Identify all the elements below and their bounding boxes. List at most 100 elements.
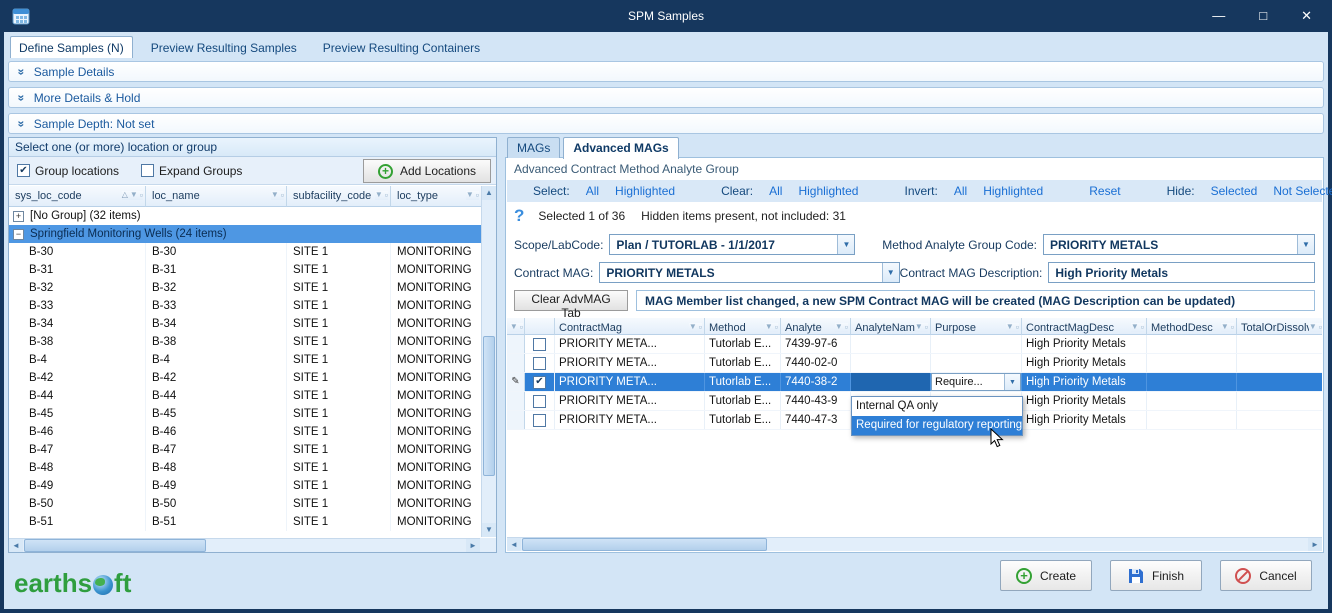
- cell-sys-loc-code[interactable]: B-49: [9, 477, 146, 495]
- select-highlighted-link[interactable]: Highlighted: [615, 184, 675, 198]
- add-locations-button[interactable]: + Add Locations: [363, 159, 491, 183]
- cell-sys-loc-code[interactable]: B-33: [9, 297, 146, 315]
- cell-loc-type[interactable]: MONITORING: [391, 315, 482, 333]
- cell-methoddesc[interactable]: [1147, 335, 1237, 353]
- cell-sys-loc-code[interactable]: B-50: [9, 495, 146, 513]
- cell-analyte[interactable]: 7440-38-2: [781, 373, 851, 391]
- location-row[interactable]: B-31B-31SITE 1MONITORING: [9, 261, 482, 279]
- cell-sys-loc-code[interactable]: B-34: [9, 315, 146, 333]
- mag-grid-row[interactable]: ✎✔PRIORITY META...Tutorlab E...7440-38-2…: [507, 373, 1322, 392]
- cell-subfacility-code[interactable]: SITE 1: [287, 495, 391, 513]
- cell-loc-name[interactable]: B-46: [146, 423, 287, 441]
- cell-subfacility-code[interactable]: SITE 1: [287, 513, 391, 531]
- filter-icon[interactable]: ▼: [1006, 323, 1014, 332]
- cell-totalordissolved[interactable]: [1237, 373, 1322, 391]
- pin-icon[interactable]: ▫: [699, 323, 702, 332]
- cell-subfacility-code[interactable]: SITE 1: [287, 333, 391, 351]
- column-header-contractmag[interactable]: ContractMag▼▫: [555, 318, 705, 335]
- section-sample-depth[interactable]: » Sample Depth: Not set: [8, 113, 1324, 134]
- help-icon[interactable]: ?: [514, 206, 524, 226]
- location-row[interactable]: B-51B-51SITE 1MONITORING: [9, 513, 482, 531]
- cancel-button[interactable]: Cancel: [1220, 560, 1312, 591]
- cell-contractmag[interactable]: PRIORITY META...: [555, 373, 705, 391]
- column-header-analytename[interactable]: AnalyteName▼▫: [851, 318, 931, 335]
- cell-contractmagdesc[interactable]: High Priority Metals: [1022, 392, 1147, 410]
- cell-sys-loc-code[interactable]: B-4: [9, 351, 146, 369]
- pin-icon[interactable]: ▫: [281, 191, 284, 200]
- cell-purpose[interactable]: [931, 335, 1022, 353]
- mag-grid-row[interactable]: PRIORITY META...Tutorlab E...7440-02-0Hi…: [507, 354, 1322, 373]
- pin-icon[interactable]: ▫: [1319, 323, 1322, 332]
- cell-methoddesc[interactable]: [1147, 354, 1237, 372]
- cell-loc-type[interactable]: MONITORING: [391, 387, 482, 405]
- location-row[interactable]: B-42B-42SITE 1MONITORING: [9, 369, 482, 387]
- cell-purpose[interactable]: [931, 354, 1022, 372]
- column-header-totalordissolved[interactable]: TotalOrDissolved▼▫: [1237, 318, 1322, 335]
- invert-highlighted-link[interactable]: Highlighted: [983, 184, 1043, 198]
- row-select-checkbox[interactable]: ✔: [533, 376, 546, 389]
- scrollbar-thumb[interactable]: [483, 336, 495, 476]
- cell-method[interactable]: Tutorlab E...: [705, 392, 781, 410]
- location-row[interactable]: B-47B-47SITE 1MONITORING: [9, 441, 482, 459]
- cell-loc-type[interactable]: MONITORING: [391, 369, 482, 387]
- cell-analytename[interactable]: [851, 354, 931, 372]
- cell-loc-type[interactable]: MONITORING: [391, 459, 482, 477]
- filter-icon[interactable]: ▼: [835, 323, 843, 332]
- scroll-left-icon[interactable]: ◄: [507, 538, 521, 551]
- cell-subfacility-code[interactable]: SITE 1: [287, 279, 391, 297]
- location-row[interactable]: B-38B-38SITE 1MONITORING: [9, 333, 482, 351]
- cell-subfacility-code[interactable]: SITE 1: [287, 423, 391, 441]
- column-header-method[interactable]: Method▼▫: [705, 318, 781, 335]
- row-select-checkbox[interactable]: [533, 357, 546, 370]
- cell-subfacility-code[interactable]: SITE 1: [287, 369, 391, 387]
- locations-horizontal-scrollbar[interactable]: ◄ ►: [9, 538, 480, 552]
- filter-icon[interactable]: ▼: [466, 191, 474, 200]
- tab-mags[interactable]: MAGs: [507, 137, 560, 158]
- cell-contractmagdesc[interactable]: High Priority Metals: [1022, 411, 1147, 429]
- row-select-checkbox[interactable]: [533, 395, 546, 408]
- column-header-contractmagdesc[interactable]: ContractMagDesc▼▫: [1022, 318, 1147, 335]
- cell-methoddesc[interactable]: [1147, 373, 1237, 391]
- purpose-dropdown-option[interactable]: Internal QA only: [852, 397, 1022, 416]
- scroll-right-icon[interactable]: ►: [466, 539, 480, 552]
- collapse-icon[interactable]: −: [13, 229, 24, 240]
- filter-icon[interactable]: ▼: [375, 191, 383, 200]
- pin-icon[interactable]: ▫: [385, 191, 388, 200]
- pin-icon[interactable]: ▫: [845, 323, 848, 332]
- cell-contractmagdesc[interactable]: High Priority Metals: [1022, 354, 1147, 372]
- column-header-methoddesc[interactable]: MethodDesc▼▫: [1147, 318, 1237, 335]
- cell-totalordissolved[interactable]: [1237, 335, 1322, 353]
- location-row[interactable]: B-4B-4SITE 1MONITORING: [9, 351, 482, 369]
- location-row[interactable]: B-30B-30SITE 1MONITORING: [9, 243, 482, 261]
- column-header-analyte[interactable]: Analyte▼▫: [781, 318, 851, 335]
- location-row[interactable]: B-44B-44SITE 1MONITORING: [9, 387, 482, 405]
- cell-subfacility-code[interactable]: SITE 1: [287, 315, 391, 333]
- pin-icon[interactable]: ▫: [775, 323, 778, 332]
- cell-sys-loc-code[interactable]: B-30: [9, 243, 146, 261]
- cell-loc-name[interactable]: B-48: [146, 459, 287, 477]
- cell-subfacility-code[interactable]: SITE 1: [287, 459, 391, 477]
- contract-mag-desc-input[interactable]: High Priority Metals: [1048, 262, 1315, 283]
- cell-loc-type[interactable]: MONITORING: [391, 405, 482, 423]
- location-row[interactable]: B-49B-49SITE 1MONITORING: [9, 477, 482, 495]
- scroll-left-icon[interactable]: ◄: [9, 539, 23, 552]
- column-header-loc-type[interactable]: loc_type ▼▫: [391, 186, 482, 207]
- create-button[interactable]: + Create: [1000, 560, 1092, 591]
- cell-loc-name[interactable]: B-50: [146, 495, 287, 513]
- column-header-sys-loc-code[interactable]: sys_loc_code △▼▫: [9, 186, 146, 207]
- location-row[interactable]: B-33B-33SITE 1MONITORING: [9, 297, 482, 315]
- close-button[interactable]: ✕: [1301, 8, 1312, 24]
- filter-icon[interactable]: ▼: [1221, 323, 1229, 332]
- cell-method[interactable]: Tutorlab E...: [705, 335, 781, 353]
- scrollbar-thumb[interactable]: [522, 538, 767, 551]
- group-locations-option[interactable]: ✔ Group locations: [17, 164, 119, 178]
- location-row[interactable]: B-45B-45SITE 1MONITORING: [9, 405, 482, 423]
- dropdown-arrow-icon[interactable]: ▼: [837, 235, 854, 254]
- location-row[interactable]: B-46B-46SITE 1MONITORING: [9, 423, 482, 441]
- cell-contractmagdesc[interactable]: High Priority Metals: [1022, 335, 1147, 353]
- cell-loc-name[interactable]: B-4: [146, 351, 287, 369]
- cell-method[interactable]: Tutorlab E...: [705, 411, 781, 429]
- cell-contractmag[interactable]: PRIORITY META...: [555, 411, 705, 429]
- cell-contractmag[interactable]: PRIORITY META...: [555, 354, 705, 372]
- dropdown-arrow-icon[interactable]: ▼: [1297, 235, 1314, 254]
